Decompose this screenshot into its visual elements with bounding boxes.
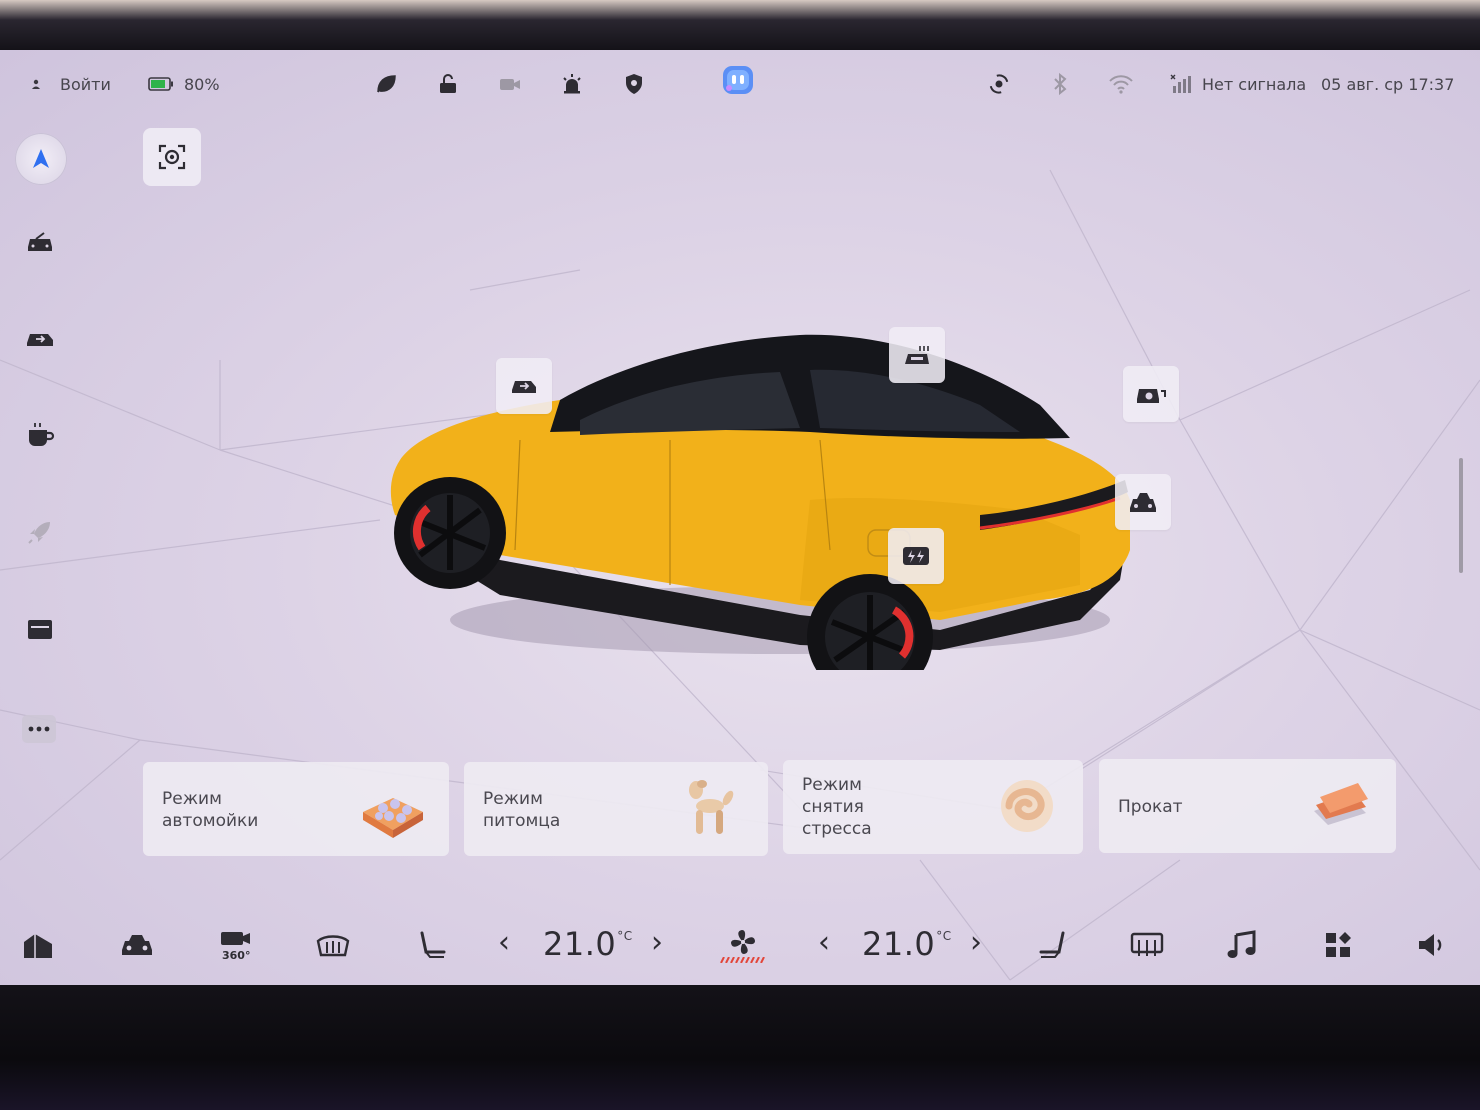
launch-icon — [26, 518, 54, 546]
camera-360-icon: 360° — [219, 929, 253, 961]
charge-port-cap-button[interactable] — [1123, 366, 1179, 422]
balloon-dog-icon — [689, 780, 734, 834]
user-icon — [30, 78, 42, 90]
signal-text: Нет сигнала — [1202, 74, 1307, 94]
battery-percent: 80% — [184, 74, 220, 94]
tailgate-icon — [24, 327, 56, 351]
music-button[interactable] — [1220, 923, 1264, 967]
alarm-icon[interactable] — [560, 72, 584, 96]
music-icon — [1226, 929, 1258, 961]
fan-button[interactable] — [716, 923, 770, 967]
passenger-seat-icon — [1037, 930, 1069, 960]
fan-icon — [728, 927, 758, 957]
fan-speed-indicator — [720, 957, 765, 963]
rental-mode-label: Прокат — [1118, 797, 1183, 817]
stress-relief-mode-card[interactable]: Режим снятия стресса — [783, 760, 1083, 854]
volume-icon — [1416, 931, 1448, 959]
camera-360-label: 360° — [222, 949, 250, 961]
car-wash-button[interactable] — [18, 220, 62, 264]
coffee-button[interactable] — [18, 413, 62, 457]
rental-mode-card[interactable]: Прокат — [1099, 759, 1396, 853]
car-icon — [119, 932, 155, 958]
stress-relief-mode-label: Режим снятия стресса — [802, 775, 872, 839]
login-label: Войти — [60, 74, 111, 94]
car-button[interactable] — [114, 923, 160, 967]
charging-button[interactable] — [888, 528, 944, 584]
shield-icon[interactable] — [622, 72, 646, 96]
coffee-icon — [25, 421, 55, 449]
assistant-icon[interactable] — [721, 66, 755, 94]
glovebox-button[interactable] — [18, 607, 62, 651]
rental-cards-icon — [1314, 783, 1368, 825]
navigation-icon — [28, 146, 54, 172]
glovebox-icon — [25, 616, 55, 642]
car-wash-mode-label: Режим автомойки — [162, 789, 259, 831]
bottom-dock: 360° ‹ 21.0°C › ‹ 21.0°C › — [0, 907, 1480, 985]
driver-seat-icon — [416, 930, 448, 960]
scan-icon — [156, 141, 188, 173]
battery-icon — [148, 77, 174, 91]
front-trunk-button[interactable] — [496, 358, 552, 414]
apps-icon — [1324, 931, 1352, 959]
front-trunk-icon — [509, 375, 539, 397]
cellular-icon — [1170, 74, 1192, 94]
right-temp-value: 21.0 — [862, 925, 936, 963]
left-temp-increase[interactable]: › — [651, 925, 663, 960]
more-icon — [28, 726, 50, 732]
passenger-seat-button[interactable] — [1031, 923, 1075, 967]
bluetooth-icon[interactable] — [1050, 72, 1070, 96]
right-temperature[interactable]: 21.0°C — [862, 925, 952, 963]
left-temp-value: 21.0 — [543, 925, 617, 963]
trunk-icon — [1127, 490, 1159, 514]
tailgate-button[interactable] — [18, 317, 62, 361]
relax-swirl-icon — [1001, 780, 1053, 832]
front-defrost-icon — [315, 931, 351, 959]
charge-port-cap-icon — [1135, 381, 1167, 407]
apps-button[interactable] — [1316, 923, 1360, 967]
scan-button[interactable] — [143, 128, 201, 186]
car-wash-sponge-icon — [363, 798, 423, 838]
volume-button[interactable] — [1410, 923, 1454, 967]
status-bar: Войти 80% Нет сигнала 05 авг. ср 17:37 — [0, 50, 1480, 120]
hotspot-icon[interactable] — [987, 72, 1011, 96]
sunroof-button[interactable] — [889, 327, 945, 383]
login-button[interactable]: Войти — [30, 72, 111, 96]
more-button[interactable] — [22, 715, 56, 743]
infotainment-screen: Войти 80% Нет сигнала 05 авг. ср 17:37 Р… — [0, 50, 1480, 985]
unlock-icon[interactable] — [436, 72, 460, 96]
driver-seat-button[interactable] — [410, 923, 454, 967]
right-temp-increase[interactable]: › — [970, 925, 982, 960]
right-temp-unit: °C — [936, 929, 952, 943]
scroll-indicator[interactable] — [1459, 458, 1463, 573]
rear-defrost-icon — [1129, 931, 1165, 959]
display-bezel-top — [0, 0, 1480, 50]
rear-defrost-button[interactable] — [1124, 923, 1170, 967]
left-temp-unit: °C — [617, 929, 633, 943]
display-bezel-bottom — [0, 985, 1480, 1110]
charging-icon — [902, 545, 930, 567]
car-wash-icon — [24, 229, 56, 255]
home-button[interactable] — [16, 923, 60, 967]
dashcam-icon[interactable] — [498, 72, 522, 96]
launch-button[interactable] — [18, 510, 62, 554]
sunroof-icon — [902, 342, 932, 368]
navigation-button[interactable] — [15, 133, 67, 185]
front-defrost-button[interactable] — [310, 923, 356, 967]
leaf-icon[interactable] — [374, 72, 398, 96]
battery-status: 80% — [148, 72, 220, 96]
cellular-status: Нет сигнала — [1170, 72, 1306, 96]
wifi-icon[interactable] — [1108, 72, 1134, 96]
home-icon — [21, 930, 55, 960]
trunk-button[interactable] — [1115, 474, 1171, 530]
camera-360-button[interactable]: 360° — [212, 923, 260, 967]
pet-mode-card[interactable]: Режим питомца — [464, 762, 768, 856]
car-wash-mode-card[interactable]: Режим автомойки — [143, 762, 449, 856]
left-temp-decrease[interactable]: ‹ — [498, 925, 510, 960]
left-temperature[interactable]: 21.0°C — [543, 925, 633, 963]
right-temp-decrease[interactable]: ‹ — [818, 925, 830, 960]
pet-mode-label: Режим питомца — [483, 789, 561, 831]
datetime: 05 авг. ср 17:37 — [1321, 74, 1455, 94]
